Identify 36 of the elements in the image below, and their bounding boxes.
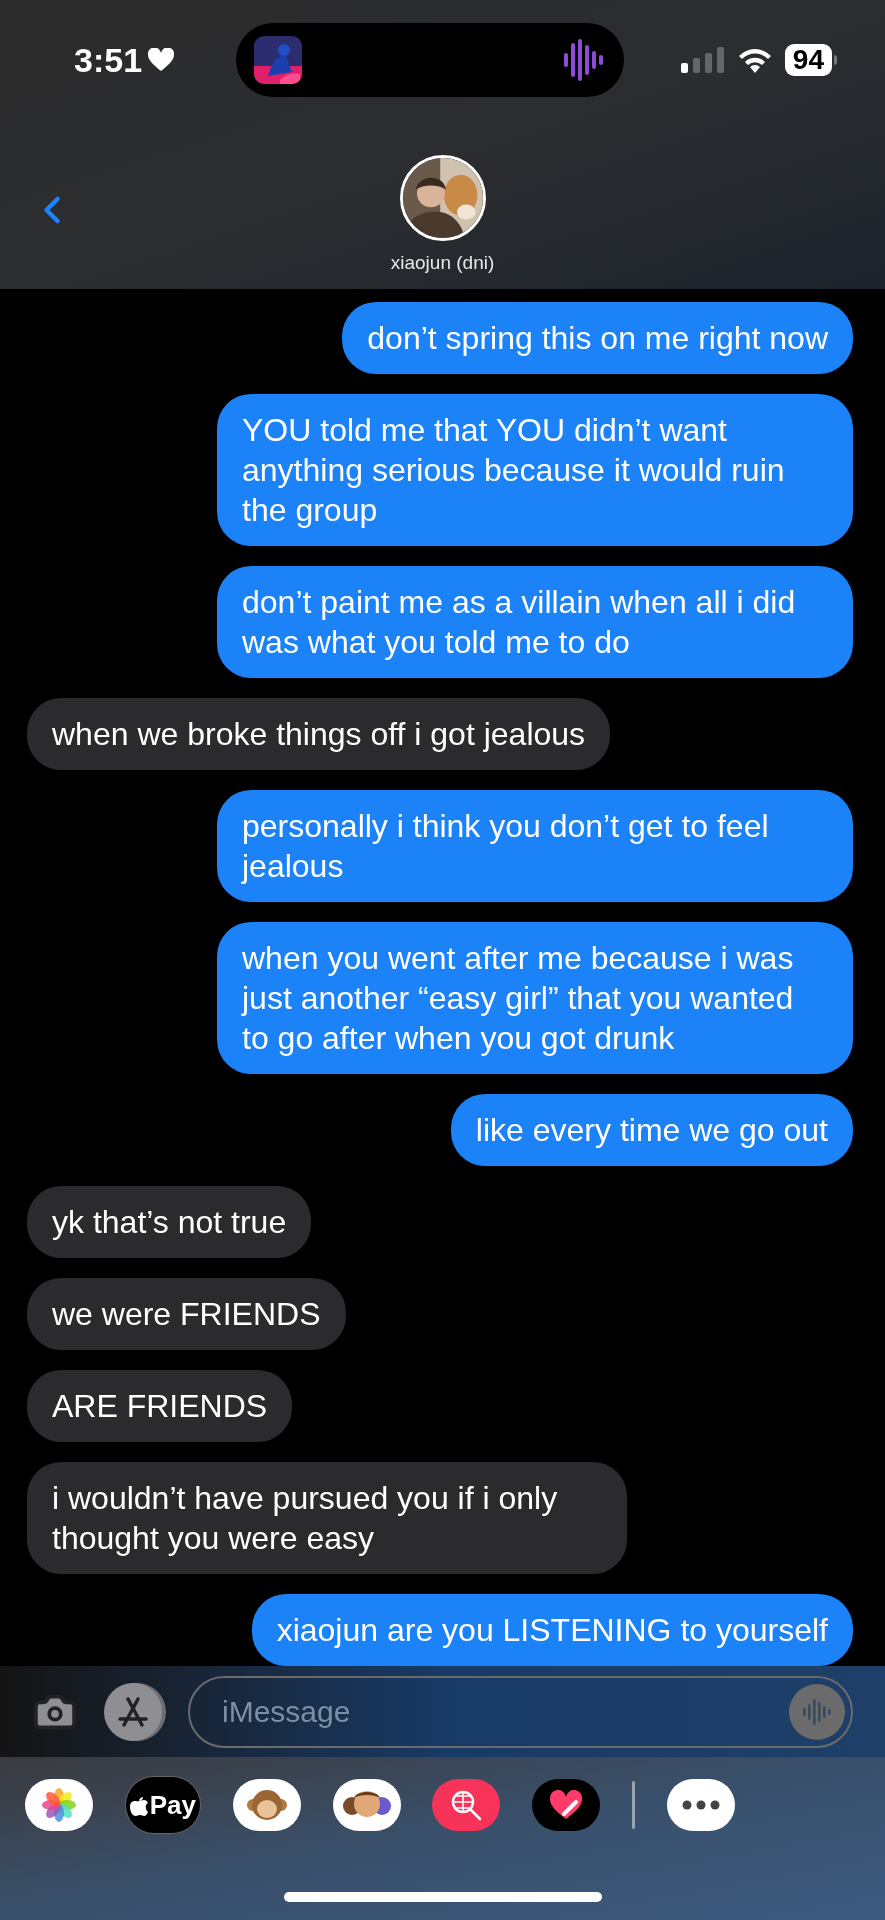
received-message-bubble: yk that’s not true [27, 1186, 312, 1258]
apple-icon [129, 1794, 148, 1816]
contact-name: xiaojun (dni) [390, 251, 495, 275]
more-icon [680, 1800, 721, 1810]
image-search-app-button[interactable] [432, 1779, 501, 1831]
audio-wave-icon [562, 38, 606, 82]
app-store-icon [116, 1694, 150, 1729]
sent-message-bubble: don’t spring this on me right now [342, 302, 853, 374]
sent-message-bubble: like every time we go out [450, 1094, 853, 1166]
app-store-button[interactable] [104, 1682, 162, 1741]
battery-level: 94 [784, 44, 832, 76]
pay-app-button[interactable]: Pay [124, 1776, 201, 1834]
received-message-bubble: i wouldn’t have pursued you if i only thought you were easy [27, 1462, 627, 1574]
memoji-app-button[interactable] [332, 1779, 401, 1831]
sent-message-bubble: YOU told me that YOU didn’t want anything serious because it would ruin the group [217, 394, 853, 546]
received-message-bubble: when we broke things off i got jealous [27, 698, 611, 770]
monkey-icon [246, 1787, 287, 1823]
flower-icon [42, 1788, 76, 1822]
battery-tip [834, 55, 837, 65]
sent-message-bubble: when you went after me because i was just another “easy girl” that you wanted to go after when you got drunk [217, 922, 853, 1074]
animoji-app-button[interactable] [232, 1779, 301, 1831]
photos-app-button[interactable] [25, 1779, 93, 1831]
received-message-bubble: we were FRIENDS [27, 1278, 346, 1350]
message-input-field[interactable]: iMessage [188, 1675, 853, 1748]
heart-status-icon [148, 48, 175, 72]
received-message-bubble: ARE FRIENDS [27, 1370, 293, 1442]
status-time: 3:51 [74, 39, 143, 81]
sent-message-bubble: xiaojun are you LISTENING to yourself [251, 1594, 853, 1666]
signal-icon [680, 47, 725, 73]
sent-message-bubble: personally i think you don’t get to feel jealous [217, 790, 853, 902]
app-divider [632, 1781, 636, 1829]
waveform-icon [802, 1696, 832, 1727]
sent-message-bubble: don’t paint me as a villain when all i did was what you told me to do [217, 566, 853, 678]
more-apps-button[interactable] [666, 1779, 735, 1831]
stickers-app-button[interactable] [532, 1779, 601, 1831]
heart-icon [549, 1790, 584, 1820]
